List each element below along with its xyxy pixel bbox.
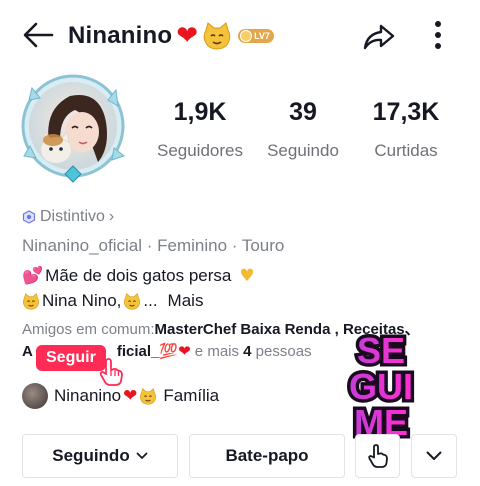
level-dot-icon bbox=[240, 30, 253, 42]
chevron-right-icon: › bbox=[108, 208, 115, 225]
heart-hands-icon: ♥ bbox=[239, 266, 255, 286]
follow-button-overlay[interactable]: Seguir bbox=[36, 345, 106, 371]
likes-count: 17,3K bbox=[372, 98, 440, 126]
mutual-name-2: ficial_ bbox=[116, 342, 160, 360]
stat-followers[interactable]: 1,9K Seguidores bbox=[150, 98, 250, 161]
level-badge: LV7 bbox=[238, 29, 274, 43]
hexagon-badge-icon bbox=[22, 210, 36, 224]
follow-me-sticker: SE GUI ME bbox=[340, 327, 422, 447]
followers-label: Seguidores bbox=[156, 141, 243, 160]
header-title: Ninanino ❤ LV7 bbox=[68, 18, 274, 54]
family-avatar bbox=[22, 383, 48, 409]
following-count: 39 bbox=[289, 98, 317, 126]
mutual-suffix: e mais bbox=[190, 342, 244, 360]
stat-likes[interactable]: 17,3K Curtidas bbox=[364, 98, 448, 161]
heart-icon: ❤ bbox=[178, 342, 191, 360]
following-label: Seguindo bbox=[267, 141, 339, 160]
chevron-down-icon bbox=[426, 451, 442, 460]
bio-more-link[interactable]: Mais bbox=[168, 291, 204, 311]
mutual-end: pessoas bbox=[251, 342, 312, 360]
profile-meta: Ninanino_oficial · Feminino · Touro bbox=[22, 236, 285, 255]
cat-face-icon bbox=[124, 292, 141, 310]
hand-icon bbox=[367, 444, 388, 468]
cat-face-icon bbox=[23, 292, 39, 310]
bio-line-1: 💕 Mãe de dois gatos persa ♥ bbox=[22, 266, 255, 286]
mutual-start: A bbox=[22, 342, 33, 360]
two-hearts-icon: 💕 bbox=[22, 266, 44, 286]
heart-icon: ❤ bbox=[123, 386, 138, 406]
share-button[interactable] bbox=[360, 18, 398, 56]
badge-label: Distintivo bbox=[40, 208, 105, 225]
back-button[interactable] bbox=[18, 16, 58, 56]
more-options-button[interactable] bbox=[425, 16, 451, 54]
likes-label: Curtidas bbox=[374, 141, 438, 160]
following-button-label: Seguindo bbox=[52, 446, 130, 465]
bio-ellipsis: ... bbox=[143, 291, 158, 310]
mutual-count: 4 bbox=[243, 342, 252, 360]
followers-count: 1,9K bbox=[173, 98, 227, 126]
chat-button[interactable]: Bate-papo bbox=[189, 434, 345, 478]
following-button[interactable]: Seguindo bbox=[22, 434, 178, 478]
avatar[interactable] bbox=[20, 70, 128, 186]
bio-text-1: Mãe de dois gatos persa bbox=[45, 266, 232, 285]
bio-line-2: Nina Nino, ... Mais bbox=[22, 291, 203, 311]
hundred-icon: 💯 bbox=[159, 342, 179, 360]
badge-link[interactable]: Distintivo › bbox=[22, 208, 114, 226]
chevron-down-icon bbox=[136, 452, 148, 460]
more-vertical-icon bbox=[435, 21, 441, 49]
family-owner-name: Ninanino bbox=[54, 386, 122, 405]
heart-icon: ❤ bbox=[176, 21, 199, 51]
level-text: LV7 bbox=[254, 31, 270, 41]
arrow-left-icon bbox=[23, 22, 54, 48]
sticker-line-1: SE bbox=[357, 330, 405, 371]
family-group-link[interactable]: Ninanino ❤ Família bbox=[22, 382, 219, 410]
mutual-prefix: Amigos em comum: bbox=[22, 321, 155, 338]
more-actions-button[interactable] bbox=[411, 434, 457, 478]
share-icon bbox=[363, 24, 395, 50]
cat-face-icon bbox=[140, 387, 157, 405]
family-label: Família bbox=[163, 386, 220, 405]
poke-button[interactable] bbox=[355, 434, 400, 478]
bio-text-2a: Nina Nino, bbox=[42, 291, 122, 310]
sticker-line-2: GUI bbox=[349, 366, 413, 407]
avatar-frame-icon bbox=[21, 74, 126, 183]
username: Ninanino bbox=[68, 22, 173, 49]
stat-following[interactable]: 39 Seguindo bbox=[262, 98, 344, 161]
cat-face-icon bbox=[203, 22, 231, 50]
